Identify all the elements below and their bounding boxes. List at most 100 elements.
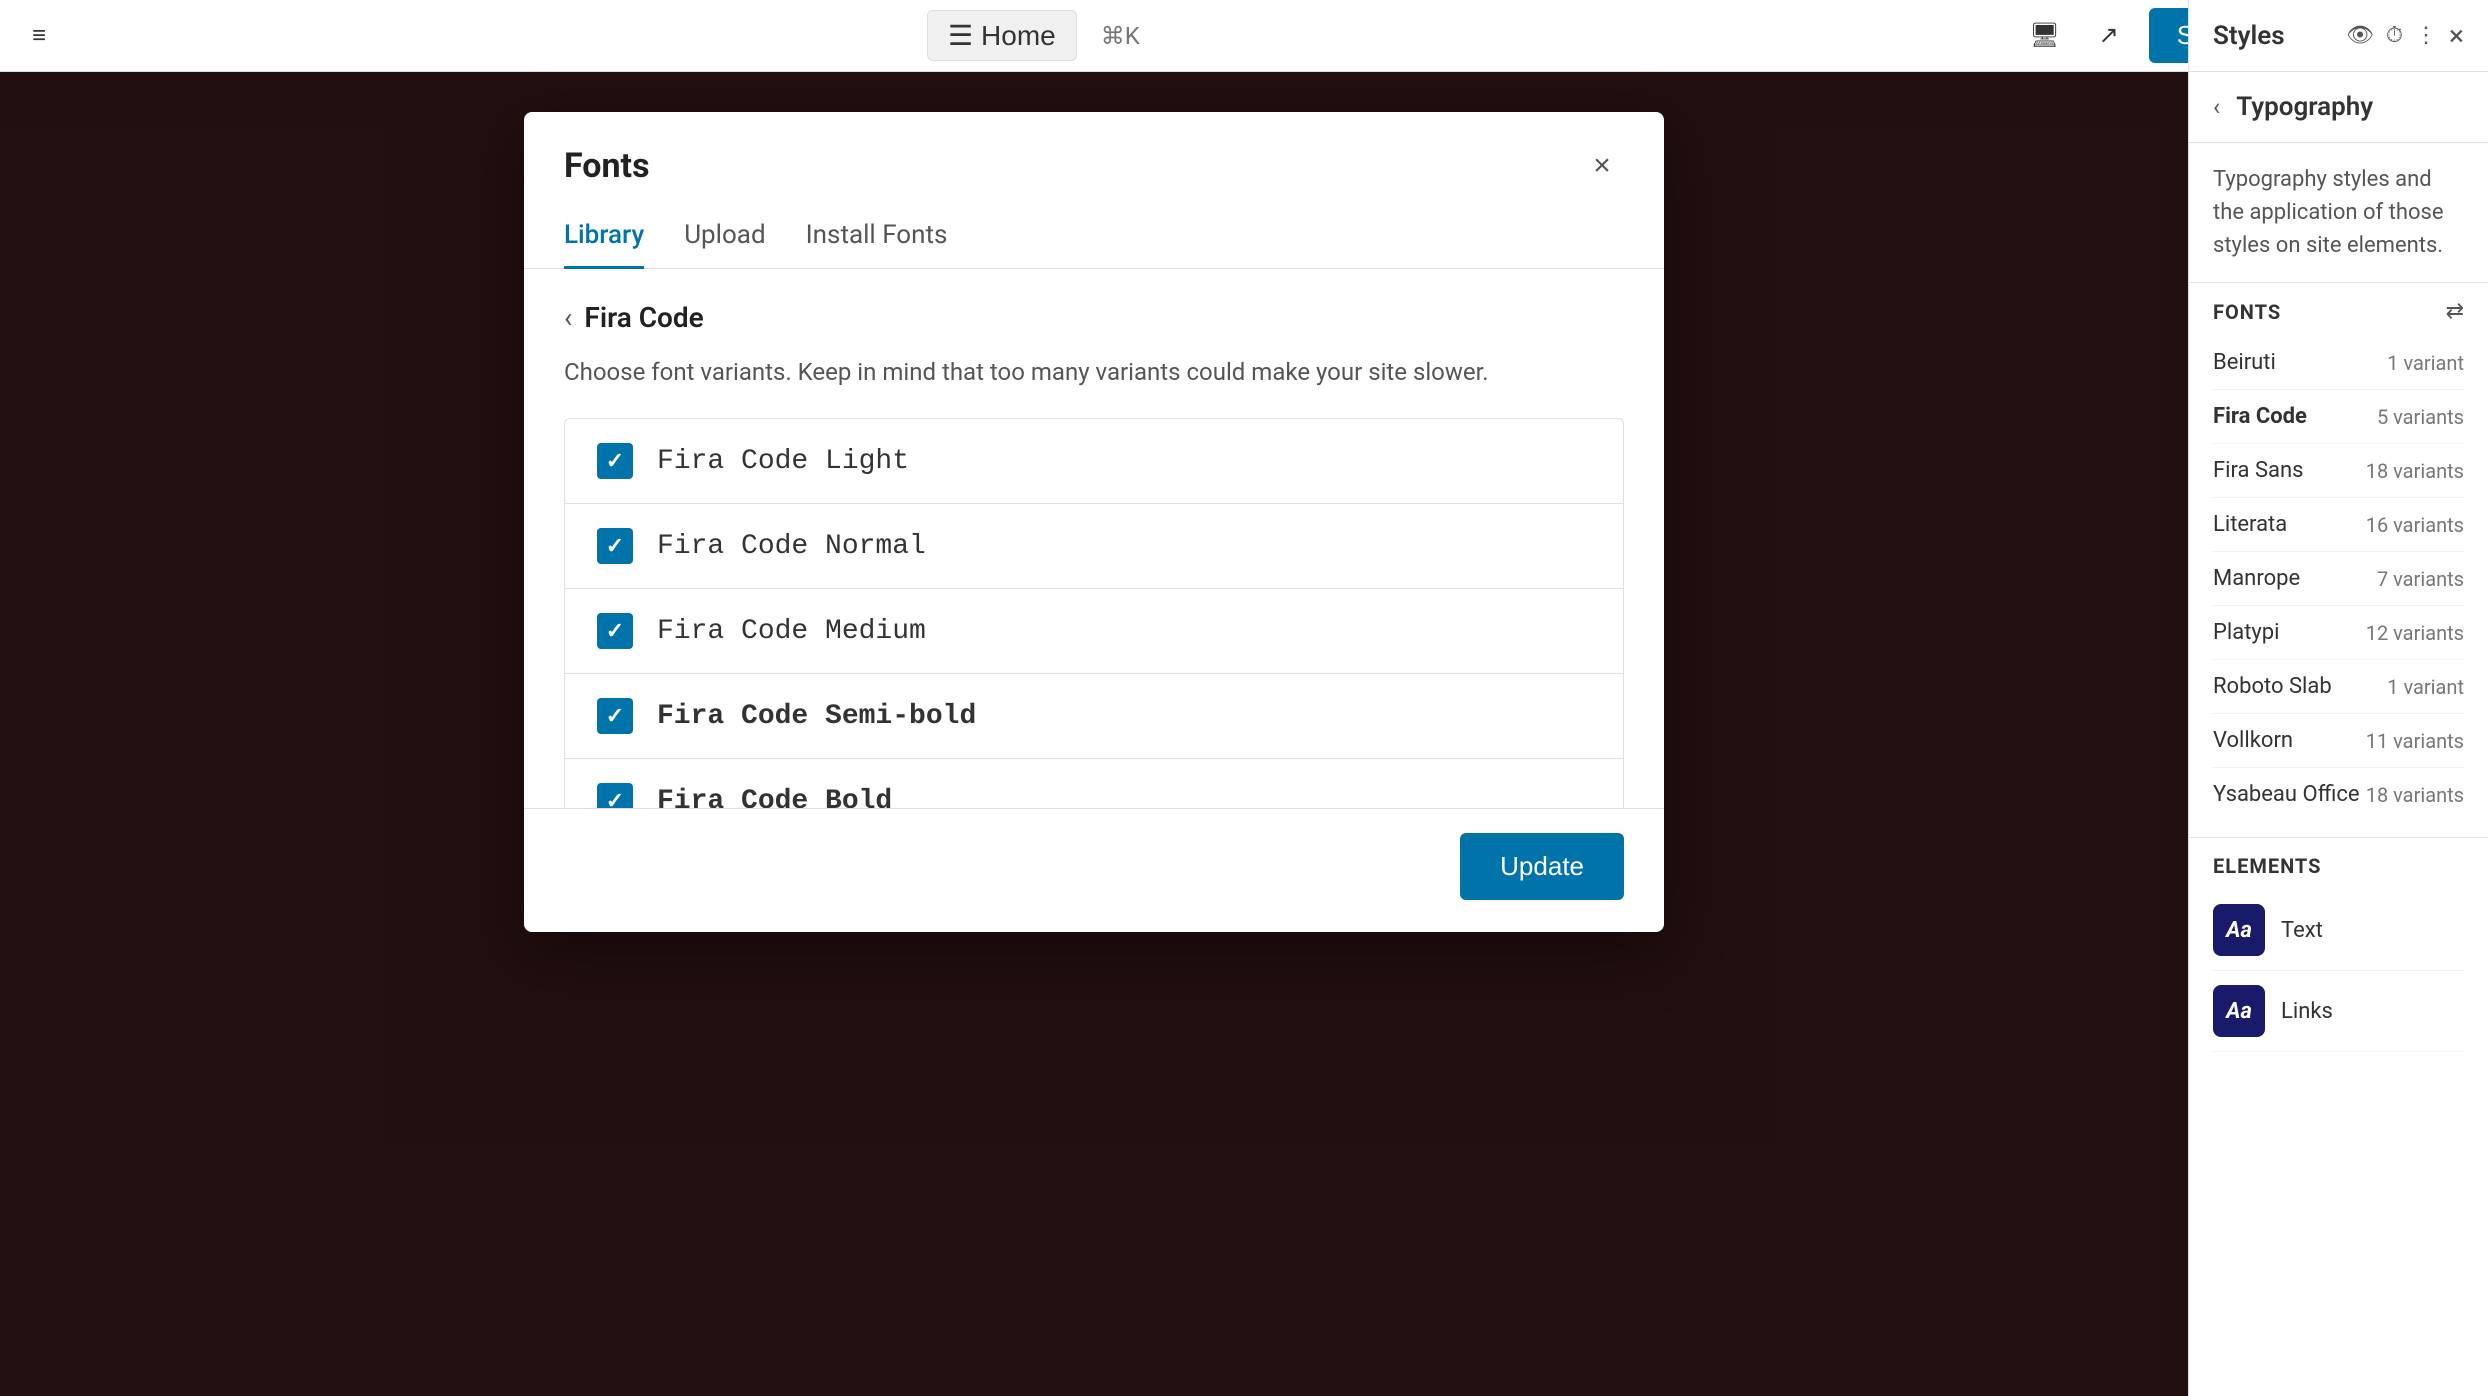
variant-name: Fira Code Normal (657, 531, 926, 562)
modal-footer: Update (524, 808, 1664, 932)
eye-icon[interactable]: 👁 (2346, 23, 2374, 48)
checkmark-icon: ✓ (606, 534, 624, 559)
sidebar-title: Styles (2213, 21, 2285, 51)
font-list-item[interactable]: Fira Sans 18 variants (2213, 444, 2464, 498)
checkmark-icon: ✓ (606, 704, 624, 729)
sidebar-back-arrow[interactable]: ‹ (2213, 93, 2220, 121)
modal-description: Choose font variants. Keep in mind that … (564, 358, 1624, 386)
font-variants: 5 variants (2377, 405, 2464, 429)
variant-item: ✓ Fira Code Semi-bold (565, 674, 1623, 759)
variant-checkbox[interactable]: ✓ (597, 443, 633, 479)
update-button[interactable]: Update (1460, 833, 1624, 900)
fonts-section: FONTS ⇄ Beiruti 1 variant Fira Code 5 va… (2189, 283, 2488, 837)
sidebar-sub-title: Typography (2236, 92, 2373, 122)
hamburger-icon[interactable]: ≡ (32, 21, 46, 50)
fonts-section-title: FONTS (2213, 300, 2281, 324)
font-variants: 18 variants (2366, 783, 2464, 807)
element-name: Links (2281, 999, 2333, 1024)
checkmark-icon: ✓ (606, 619, 624, 644)
modal-tab-list: Library Upload Install Fonts (564, 204, 987, 268)
variant-name: Fira Code Light (657, 446, 909, 477)
element-item[interactable]: Aa Links (2213, 971, 2464, 1052)
element-item[interactable]: Aa Text (2213, 890, 2464, 971)
home-button[interactable]: ☰ Home (927, 10, 1077, 61)
variant-checkbox[interactable]: ✓ (597, 613, 633, 649)
variant-name: Fira Code Medium (657, 616, 926, 647)
external-link-button[interactable]: ↗ (2085, 12, 2133, 60)
checkmark-icon: ✓ (606, 789, 624, 809)
font-list-item[interactable]: Fira Code 5 variants (2213, 390, 2464, 444)
font-name: Platypi (2213, 620, 2280, 645)
document-icon: ☰ (948, 19, 973, 52)
modal-tab[interactable]: Library (564, 204, 644, 269)
elements-section: ELEMENTS Aa Text Aa Links (2189, 837, 2488, 1068)
sidebar-sub-header: ‹ Typography (2189, 72, 2488, 143)
variant-checkbox[interactable]: ✓ (597, 698, 633, 734)
top-bar-center: ☰ Home ⌘K (46, 10, 2021, 61)
checkmark-icon: ✓ (606, 449, 624, 474)
font-name: Fira Code (2213, 404, 2307, 429)
font-variants: 1 variant (2387, 351, 2464, 375)
variant-item: ✓ Fira Code Light (565, 419, 1623, 504)
font-variants: 7 variants (2377, 567, 2464, 591)
font-list-item[interactable]: Roboto Slab 1 variant (2213, 660, 2464, 714)
modal-tabs: Library Upload Install Fonts (524, 204, 1664, 269)
font-list-item[interactable]: Manrope 7 variants (2213, 552, 2464, 606)
font-list-item[interactable]: Literata 16 variants (2213, 498, 2464, 552)
fonts-settings-icon[interactable]: ⇄ (2446, 299, 2464, 324)
breadcrumb-back-arrow[interactable]: ‹ (564, 301, 572, 334)
elements-section-header: ELEMENTS (2213, 854, 2464, 878)
variant-checkbox[interactable]: ✓ (597, 783, 633, 808)
sidebar-header: Styles 👁 ⏱ ⋮ × (2189, 0, 2488, 72)
font-name: Vollkorn (2213, 728, 2293, 753)
modal-close-button[interactable]: × (1580, 144, 1624, 188)
font-list-item[interactable]: Vollkorn 11 variants (2213, 714, 2464, 768)
element-icon: Aa (2213, 985, 2265, 1037)
font-variants: 12 variants (2366, 621, 2464, 645)
element-name: Text (2281, 918, 2323, 943)
font-variants: 1 variant (2387, 675, 2464, 699)
variant-name: Fira Code Semi-bold (657, 701, 976, 732)
more-icon[interactable]: ⋮ (2415, 23, 2437, 48)
font-name: Manrope (2213, 566, 2300, 591)
font-name: Literata (2213, 512, 2287, 537)
font-list-item[interactable]: Ysabeau Office 18 variants (2213, 768, 2464, 821)
keyboard-shortcut: ⌘K (1101, 22, 1140, 50)
font-variants: 16 variants (2366, 513, 2464, 537)
fonts-modal: Fonts × Library Upload Install Fonts ‹ Fir… (524, 112, 1664, 932)
modal-header: Fonts × (524, 112, 1664, 188)
monitor-button[interactable]: 🖥 (2021, 12, 2069, 60)
variant-item: ✓ Fira Code Bold (565, 759, 1623, 808)
variant-item: ✓ Fira Code Medium (565, 589, 1623, 674)
font-list-item[interactable]: Platypi 12 variants (2213, 606, 2464, 660)
home-label: Home (981, 20, 1056, 52)
sidebar-icons: 👁 ⏱ ⋮ × (2346, 19, 2464, 52)
breadcrumb: ‹ Fira Code (564, 301, 1624, 334)
fonts-section-header: FONTS ⇄ (2213, 299, 2464, 324)
variant-item: ✓ Fira Code Normal (565, 504, 1623, 589)
font-list-item[interactable]: Beiruti 1 variant (2213, 336, 2464, 390)
sidebar-close-button[interactable]: × (2449, 19, 2464, 52)
elements-section-title: ELEMENTS (2213, 854, 2321, 878)
modal-overlay: Fonts × Library Upload Install Fonts ‹ Fir… (0, 72, 2188, 1396)
font-name: Ysabeau Office (2213, 782, 2360, 807)
element-list: Aa Text Aa Links (2213, 890, 2464, 1052)
modal-tab[interactable]: Upload (684, 204, 765, 269)
font-list: Beiruti 1 variant Fira Code 5 variants F… (2213, 336, 2464, 821)
font-name: Beiruti (2213, 350, 2276, 375)
font-name: Roboto Slab (2213, 674, 2332, 699)
modal-title: Fonts (564, 146, 650, 186)
right-sidebar: Styles 👁 ⏱ ⋮ × ‹ Typography Typography s… (2188, 0, 2488, 1396)
top-bar-left: ≡ (32, 21, 46, 50)
font-variants: 18 variants (2366, 459, 2464, 483)
sidebar-description: Typography styles and the application of… (2189, 143, 2488, 283)
modal-body: ‹ Fira Code Choose font variants. Keep i… (524, 269, 1664, 808)
modal-tab[interactable]: Install Fonts (806, 204, 948, 269)
breadcrumb-label: Fira Code (584, 301, 703, 334)
top-bar: ≡ ☰ Home ⌘K 🖥 ↗ Save ⊞ ⋮ (0, 0, 2488, 72)
variant-name: Fira Code Bold (657, 786, 892, 809)
font-variants: 11 variants (2366, 729, 2464, 753)
history-icon[interactable]: ⏱ (2386, 23, 2403, 48)
variant-list: ✓ Fira Code Light ✓ Fira Code Normal ✓ F… (564, 418, 1624, 808)
variant-checkbox[interactable]: ✓ (597, 528, 633, 564)
